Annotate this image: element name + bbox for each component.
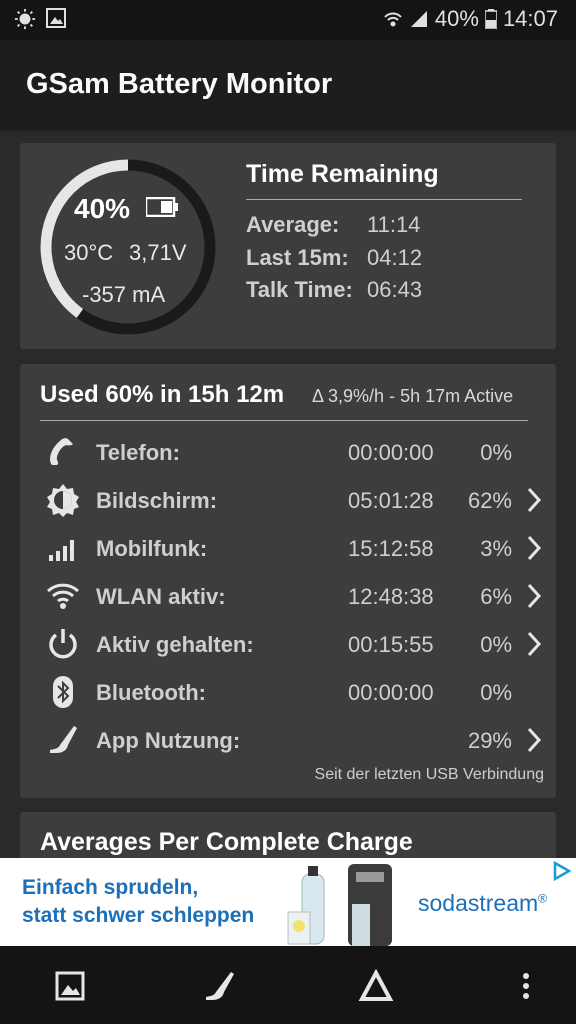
image-notification-icon — [46, 8, 66, 28]
usage-row-telefon[interactable]: Telefon: 00:00:00 0% — [40, 432, 550, 472]
time-remaining-label: Last 15m: — [246, 245, 349, 270]
ad-headline-line1: Einfach sprudeln, — [22, 876, 199, 899]
ad-headline-line2: statt schwer schleppen — [22, 904, 255, 927]
usage-footnote: Seit der letzten USB Verbindung — [314, 766, 544, 783]
ad-banner[interactable]: Einfach sprudeln, statt schwer schleppen… — [0, 858, 576, 946]
time-remaining-label: Talk Time: — [246, 277, 353, 302]
usage-row-percent: 0% — [480, 440, 512, 465]
battery-percent-text: 40% — [434, 6, 479, 31]
image-icon[interactable] — [50, 966, 90, 1006]
battery-level-text: 40% — [74, 193, 131, 224]
power-icon — [49, 629, 77, 659]
chevron-right-icon[interactable] — [526, 582, 542, 610]
usage-row-mobilfunk[interactable]: Mobilfunk: 15:12:58 3% — [40, 528, 550, 568]
usage-row-percent: 3% — [480, 536, 512, 561]
bluetooth-icon — [53, 676, 73, 708]
brightness-notification-icon — [14, 8, 36, 30]
usage-row-label: Bildschirm: — [96, 488, 218, 513]
time-remaining-value: 11:14 — [367, 212, 421, 237]
app-bar: GSam Battery Monitor — [0, 40, 576, 128]
signal-icon — [49, 540, 74, 561]
signal-status-icon — [410, 11, 427, 27]
averages-title: Averages Per Complete Charge — [40, 828, 413, 856]
brightness-icon — [47, 484, 79, 517]
app-title: GSam Battery Monitor — [26, 68, 333, 100]
ad-product-image — [287, 864, 392, 946]
usage-row-label: App Nutzung: — [96, 728, 241, 753]
time-remaining-value: 04:12 — [367, 245, 423, 270]
overflow-menu-icon[interactable] — [506, 966, 546, 1006]
usage-row-time: 15:12:58 — [348, 536, 434, 561]
usage-row-label: WLAN aktiv: — [96, 584, 226, 609]
voltage-text: 3,71V — [129, 240, 187, 265]
bottom-action-bar — [0, 946, 576, 1024]
battery-status-icon — [484, 9, 497, 29]
usage-row-percent: 29% — [467, 728, 512, 753]
chevron-right-icon[interactable] — [526, 726, 542, 754]
usage-row-label: Telefon: — [96, 440, 180, 465]
chevron-right-icon[interactable] — [526, 486, 542, 514]
usage-row-wlan[interactable]: WLAN aktiv: 12:48:38 6% — [40, 576, 550, 616]
clock-text: 14:07 — [502, 6, 558, 31]
ad-choices-icon[interactable] — [550, 860, 572, 882]
usage-row-time: 12:48:38 — [348, 584, 434, 609]
app-usage-icon[interactable] — [198, 966, 238, 1006]
usage-row-time: 00:00:00 — [348, 680, 434, 705]
usage-row-label: Bluetooth: — [96, 680, 206, 705]
usage-row-bluetooth[interactable]: Bluetooth: 00:00:00 0% — [40, 672, 550, 712]
usage-title: Used 60% in 15h 12m — [40, 381, 285, 408]
usage-row-label: Aktiv gehalten: — [96, 632, 254, 657]
usage-row-percent: 6% — [480, 584, 512, 609]
current-text: -357 mA — [82, 282, 166, 307]
ad-brand: sodastream® — [418, 890, 548, 916]
usage-row-bildschirm[interactable]: Bildschirm: 05:01:28 62% — [40, 480, 550, 520]
divider — [246, 199, 522, 200]
usage-row-percent: 0% — [480, 680, 512, 705]
usage-subtitle: Δ 3,9%/h - 5h 17m Active — [312, 386, 514, 406]
usage-row-percent: 0% — [480, 632, 512, 657]
delta-icon[interactable] — [356, 966, 396, 1006]
status-bar: 40% 14:07 — [0, 0, 576, 40]
wifi-icon — [46, 583, 80, 609]
time-remaining-value: 06:43 — [367, 277, 423, 302]
usage-row-label: Mobilfunk: — [96, 536, 208, 561]
temperature-text: 30°C — [64, 240, 114, 265]
usage-row-time: 00:00:00 — [348, 440, 434, 465]
divider — [40, 420, 528, 421]
time-remaining-label: Average: — [246, 212, 340, 237]
app-usage-icon — [50, 726, 77, 753]
battery-level-icon — [146, 197, 178, 217]
usage-row-time: 00:15:55 — [348, 632, 434, 657]
usage-row-percent: 62% — [467, 488, 512, 513]
chevron-right-icon[interactable] — [526, 630, 542, 658]
usage-row-time: 05:01:28 — [348, 488, 434, 513]
wifi-status-icon — [384, 12, 402, 27]
usage-row-aktiv-gehalten[interactable]: Aktiv gehalten: 00:15:55 0% — [40, 624, 550, 664]
phone-icon — [50, 438, 73, 465]
usage-row-app-nutzung[interactable]: App Nutzung: 29% — [40, 720, 550, 760]
time-remaining-title: Time Remaining — [246, 160, 439, 188]
chevron-right-icon[interactable] — [526, 534, 542, 562]
